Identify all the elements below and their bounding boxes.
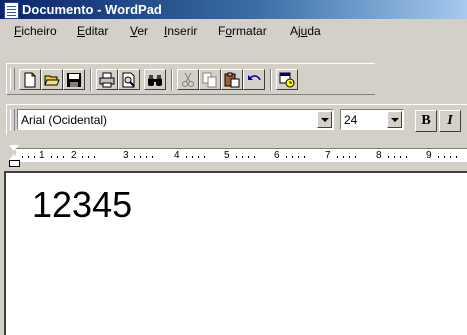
font-select[interactable]: Arial (Ocidental) (17, 109, 334, 130)
toolbar-grip[interactable] (10, 68, 15, 90)
font-select-value: Arial (Ocidental) (21, 113, 108, 127)
save-button[interactable] (63, 69, 85, 90)
cut-icon (182, 72, 194, 87)
date-time-icon (279, 72, 295, 88)
find-icon (148, 75, 162, 86)
standard-toolbar (6, 63, 375, 95)
left-indent-marker[interactable] (9, 160, 20, 167)
ruler-label: 8 (376, 150, 382, 161)
toolbar-separator (171, 69, 173, 91)
new-button[interactable] (19, 69, 41, 90)
ruler-label: 1 (39, 150, 45, 161)
print-preview-icon (122, 72, 135, 88)
toolbar-separator (90, 69, 92, 91)
save-icon (67, 73, 81, 87)
ruler-label: 2 (71, 150, 77, 161)
cut-button[interactable] (177, 69, 199, 90)
date-time-button[interactable] (276, 69, 298, 90)
print-icon (99, 72, 115, 88)
ruler-strip: 1 2 3 4 5 6 7 8 9 (16, 148, 467, 162)
menu-editar[interactable]: Editar (77, 24, 108, 38)
ruler-label: 4 (174, 150, 180, 161)
menu-ver[interactable]: Ver (130, 24, 148, 38)
ruler-label: 5 (224, 150, 230, 161)
print-preview-button[interactable] (118, 69, 140, 90)
italic-button[interactable]: I (439, 110, 461, 132)
open-icon (44, 75, 60, 86)
ruler-label: 3 (123, 150, 129, 161)
paste-button[interactable] (221, 69, 243, 90)
wordpad-window: Documento - WordPad Ficheiro Editar Ver … (0, 0, 467, 335)
bold-button[interactable]: B (415, 110, 437, 132)
document-area[interactable]: 12345 (4, 171, 467, 335)
ruler-label: 7 (325, 150, 331, 161)
toolbar-separator (270, 69, 272, 91)
find-button[interactable] (144, 69, 166, 90)
window-title: Documento - WordPad (22, 2, 162, 17)
format-toolbar: Arial (Ocidental) 24 B I (6, 104, 467, 135)
wordpad-app-icon[interactable] (4, 2, 19, 19)
menu-inserir[interactable]: Inserir (164, 24, 197, 38)
undo-icon (248, 75, 261, 81)
ruler-label: 9 (426, 150, 432, 161)
font-size-value: 24 (344, 113, 358, 127)
open-button[interactable] (41, 69, 63, 90)
ruler-label: 6 (274, 150, 280, 161)
paste-icon (224, 72, 240, 88)
menu-formatar[interactable]: Formatar (218, 24, 267, 38)
chevron-down-icon[interactable] (387, 111, 402, 128)
font-size-select[interactable]: 24 (340, 109, 404, 130)
ruler[interactable]: 1 2 3 4 5 6 7 8 9 (4, 143, 467, 169)
copy-icon (202, 72, 217, 88)
new-icon (24, 72, 36, 88)
menu-bar: Ficheiro Editar Ver Inserir Formatar Aju… (0, 21, 467, 43)
copy-button[interactable] (199, 69, 221, 90)
toolbar-grip[interactable] (10, 109, 15, 131)
first-line-indent-marker[interactable] (9, 145, 19, 151)
document-text[interactable]: 12345 (32, 185, 132, 225)
print-button[interactable] (96, 69, 118, 90)
menu-ajuda[interactable]: Ajuda (290, 24, 321, 38)
chevron-down-icon[interactable] (317, 111, 332, 128)
undo-button[interactable] (243, 69, 265, 90)
title-bar[interactable]: Documento - WordPad (0, 0, 467, 19)
menu-ficheiro[interactable]: Ficheiro (14, 24, 57, 38)
